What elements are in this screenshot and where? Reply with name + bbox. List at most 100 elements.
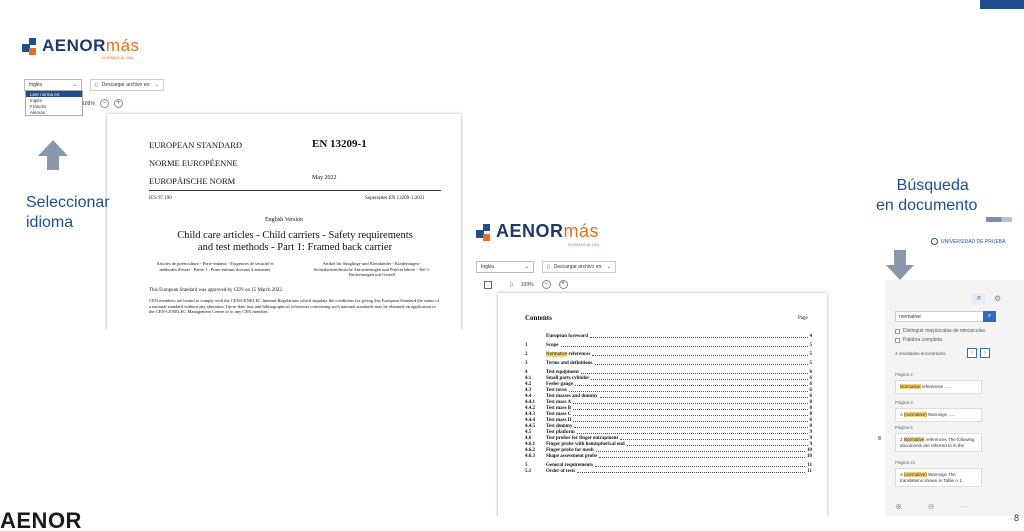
search-result-card[interactable]: Normative references ......	[895, 380, 982, 394]
footer-aenor-logo: AENOR	[0, 508, 82, 531]
toc-page: 11	[807, 463, 812, 468]
toc-page: 8	[809, 424, 813, 429]
zoom-out-icon[interactable]: −	[541, 280, 551, 289]
toc-title: Test masses and dummy	[546, 394, 598, 399]
left-screenshot: AENORmás NORMAS AL DÍA UNIVERSIDAD DE PR…	[20, 28, 470, 330]
approval-note: This European Standard was approved by C…	[149, 288, 283, 293]
toc-number: 5	[525, 463, 528, 468]
toc-leader-dots	[574, 385, 808, 386]
download-select[interactable]: ▯ Descargar archivo en: ⌄	[90, 79, 164, 91]
gear-icon[interactable]: ⚙	[994, 294, 1001, 303]
search-icon[interactable]: ⌕	[972, 293, 986, 305]
results-count: 4 resultados encontrados	[895, 351, 946, 356]
user-account[interactable]: UNIVERSIDAD DE PRUEBA	[931, 238, 1005, 245]
search-result-card[interactable]: 2 Normative references The following doc…	[895, 433, 982, 452]
toc-leader-dots	[594, 364, 808, 365]
logo-wordmark: AENORmás	[42, 36, 140, 55]
option-german[interactable]: Alemán	[26, 109, 82, 115]
search-input[interactable]: normative	[895, 311, 984, 322]
page-icon[interactable]: ▯	[510, 282, 513, 288]
toc-leader-dots	[620, 439, 808, 440]
toc-title: Feeler gauge	[546, 382, 573, 387]
zoom-in-icon[interactable]: ⊕	[895, 502, 902, 511]
toc-number: 4.6.2	[525, 448, 535, 453]
french-title: Articles de puériculture - Porte-enfants…	[156, 261, 274, 272]
toc-number: 4.3	[525, 388, 532, 393]
toc-title: Test dummy	[546, 424, 573, 429]
toc-title: Small parts cylinder	[546, 376, 590, 381]
decorative-bars	[986, 217, 1012, 222]
zoom-out-icon[interactable]: ⊖	[928, 502, 935, 511]
std-title-en: EUROPEAN STANDARD	[149, 140, 243, 150]
toc-row[interactable]: 3 Terms and definitions 5	[525, 360, 812, 366]
toc-number: 4.4.4	[525, 418, 535, 423]
toc-page: 5	[809, 361, 813, 366]
toc-leader-dots	[599, 457, 805, 458]
toc-title: Shape assessment probe	[546, 454, 598, 459]
toc-leader-dots	[591, 379, 808, 380]
document-page: EUROPEAN STANDARD NORME EUROPÉENNE EUROP…	[107, 114, 461, 330]
arrow-up-icon	[38, 140, 68, 170]
toc-title: Test mass C	[546, 412, 572, 417]
toc-leader-dots	[573, 403, 808, 404]
toc-title: Test mass D	[546, 418, 572, 423]
viewer-toolbar: ▯ 109% − +	[484, 280, 568, 289]
search-caption: Búsqueda en documento	[876, 177, 978, 214]
toc-row[interactable]: 2 Normative references 5	[525, 351, 812, 357]
toc-title: Order of tests	[546, 469, 576, 474]
toc-page: 8	[809, 394, 813, 399]
aenor-mas-logo[interactable]: AENORmás	[22, 36, 140, 56]
toc-leader-dots	[573, 409, 808, 410]
document-icon: ▯	[547, 264, 550, 270]
more-icon[interactable]: ···	[960, 502, 968, 511]
toc-row[interactable]: European foreword 4	[525, 333, 812, 339]
toc-title: Test torso	[546, 388, 567, 393]
search-result-card[interactable]: A (normative) Warnings ......	[895, 408, 982, 422]
result-page-label: Página 5	[895, 425, 913, 430]
toc-leader-dots	[568, 391, 808, 392]
toc-row[interactable]: 1 Scope 5	[525, 342, 812, 348]
toc-number: 5.1	[525, 469, 532, 474]
toc-row[interactable]: 5.1 Order of tests 11	[525, 468, 812, 474]
toc-page: 9	[809, 436, 813, 441]
previous-result-icon[interactable]: ‹	[967, 348, 977, 358]
result-page-label: Página 21	[895, 460, 916, 465]
case-sensitive-checkbox[interactable]: Distinguir mayúsculas de minúsculas	[895, 328, 985, 334]
next-result-icon[interactable]: ›	[980, 348, 990, 358]
cen-paragraph: CEN members are bound to comply with the…	[149, 298, 439, 314]
toc-title: Test platform	[546, 430, 575, 435]
toc-number: 2	[525, 352, 528, 357]
toc-leader-dots	[573, 415, 808, 416]
toc-page: 5	[809, 352, 813, 357]
toc-title: European foreword	[546, 334, 588, 339]
aenor-mas-logo[interactable]: AENORmás	[476, 221, 599, 242]
language-select[interactable]: Inglés ⌄	[476, 261, 534, 273]
zoom-in-icon[interactable]: +	[558, 280, 568, 289]
toc-number: 4.4	[525, 394, 532, 399]
chevron-down-icon: ⌄	[154, 82, 159, 88]
chevron-down-icon: ⌄	[72, 82, 77, 88]
scrollbar[interactable]	[878, 436, 881, 440]
download-select[interactable]: ▯ Descargar archivo en: ⌄	[542, 261, 616, 273]
whole-word-checkbox[interactable]: Palabra completa	[895, 337, 942, 343]
standard-code: EN 13209-1	[312, 138, 367, 150]
search-submit-icon[interactable]: ⌕	[983, 311, 996, 322]
zoom-out-icon[interactable]: −	[99, 99, 109, 108]
zoom-level[interactable]: 109%	[82, 101, 95, 107]
document-title: Child care articles - Child carriers - S…	[177, 230, 413, 253]
document-page: Contents Page European foreword 4 1 Scope 5 2…	[498, 293, 827, 516]
toc-number: 4.6	[525, 436, 532, 441]
search-result-card[interactable]: A (normative) Warnings The translations …	[895, 468, 982, 487]
toc-number: 4.5	[525, 430, 532, 435]
language-dropdown[interactable]: Leer norma en: Inglés Francés Alemán	[25, 90, 83, 116]
table-of-contents: European foreword 4 1 Scope 5 2 Normative refe…	[525, 333, 812, 474]
toc-page: 6	[809, 382, 813, 387]
zoom-in-icon[interactable]: +	[113, 99, 123, 108]
aenor-logo-mark-icon	[22, 36, 42, 56]
toc-leader-dots	[626, 445, 808, 446]
sidebar-toggle-icon[interactable]	[484, 280, 492, 289]
std-title-fr: NORME EUROPÉENNE	[149, 158, 238, 168]
toc-leader-dots	[574, 427, 808, 428]
zoom-level[interactable]: 109%	[521, 282, 534, 288]
toc-row[interactable]: 4.6.3 Shape assessment probe 10	[525, 453, 812, 459]
